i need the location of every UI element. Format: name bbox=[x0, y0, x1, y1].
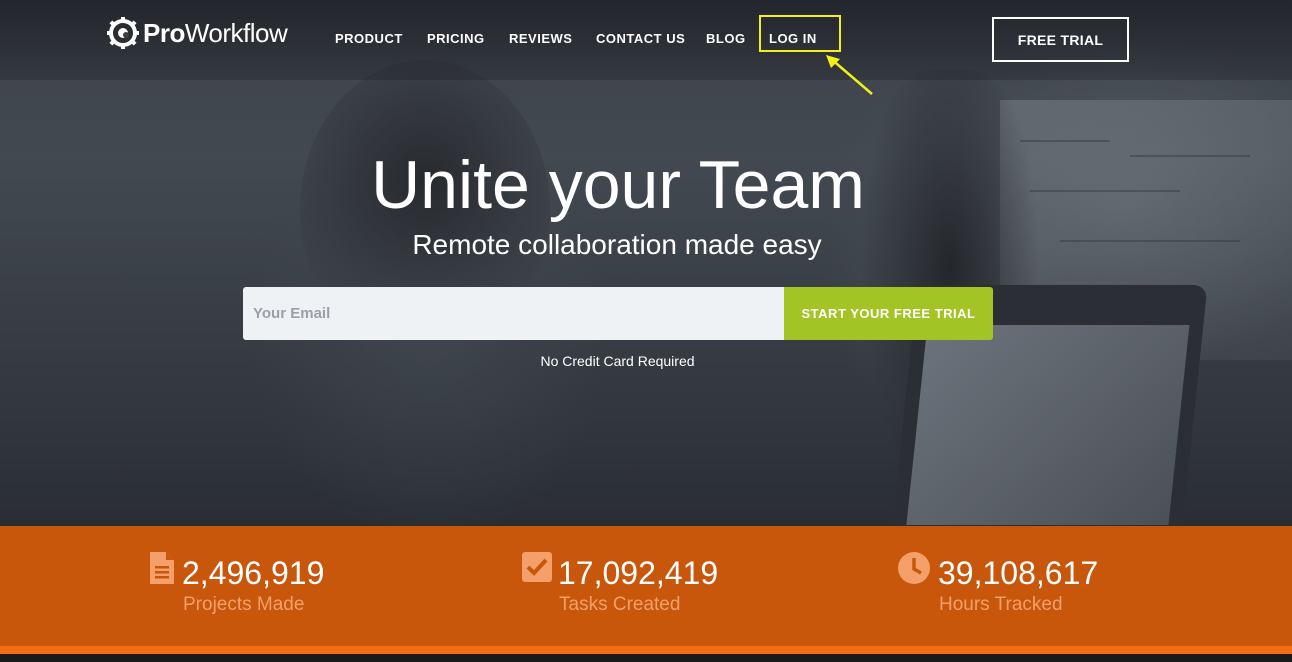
annotation-arrow-icon bbox=[826, 55, 873, 95]
gear-logo-icon bbox=[107, 17, 139, 49]
document-icon bbox=[150, 552, 174, 584]
stat-projects-label: Projects Made bbox=[183, 594, 305, 615]
stat-tasks-value: 17,092,419 bbox=[558, 555, 719, 591]
nav-reviews[interactable]: REVIEWS bbox=[509, 31, 572, 46]
nav-product[interactable]: PRODUCT bbox=[335, 31, 403, 46]
logo-text: ProWorkflow bbox=[143, 17, 288, 48]
stat-projects-value: 2,496,919 bbox=[182, 555, 325, 591]
login-highlight-box bbox=[759, 15, 841, 52]
no-credit-card-note: No Credit Card Required bbox=[540, 353, 695, 369]
hero-section bbox=[0, 0, 1292, 526]
stat-tasks-label: Tasks Created bbox=[559, 594, 681, 615]
clock-icon bbox=[898, 552, 930, 584]
free-trial-button[interactable]: FREE TRIAL bbox=[992, 17, 1129, 62]
bottom-dark-strip bbox=[0, 654, 1292, 662]
hero-headline: Unite your Team bbox=[371, 147, 865, 223]
nav-blog[interactable]: BLOG bbox=[706, 31, 746, 46]
start-free-trial-button[interactable]: START YOUR FREE TRIAL bbox=[784, 287, 993, 340]
stats-bar: 2,496,919 Projects Made 17,092,419 Tasks… bbox=[0, 526, 1292, 646]
hero-subhead: Remote collaboration made easy bbox=[412, 229, 822, 260]
email-input[interactable] bbox=[243, 287, 784, 340]
proworkflow-logo[interactable]: ProWorkflow bbox=[107, 17, 288, 49]
stat-hours-label: Hours Tracked bbox=[939, 594, 1063, 615]
stat-hours-value: 39,108,617 bbox=[938, 555, 1099, 591]
nav-contact-us[interactable]: CONTACT US bbox=[596, 31, 685, 46]
checkbox-icon bbox=[522, 552, 552, 582]
nav-pricing[interactable]: PRICING bbox=[427, 31, 485, 46]
bottom-accent-strip bbox=[0, 646, 1292, 654]
